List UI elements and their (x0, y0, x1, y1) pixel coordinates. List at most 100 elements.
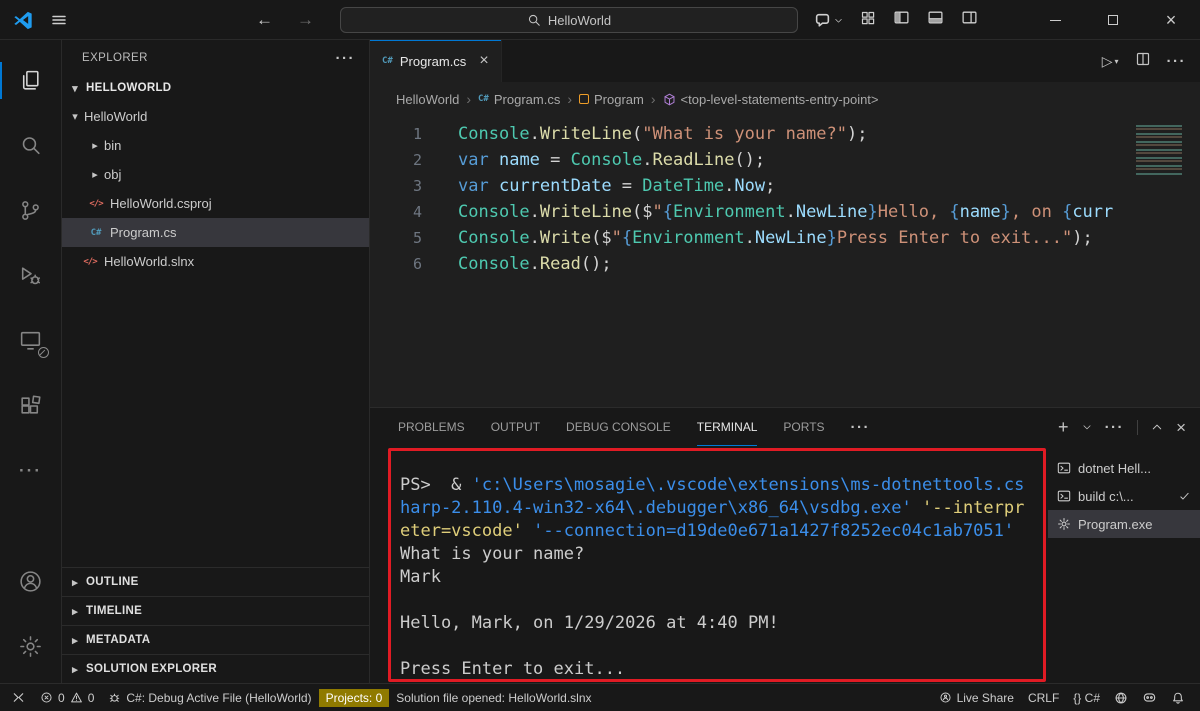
tree-item-file[interactable]: </> HelloWorld.slnx (62, 247, 369, 276)
sidebar-bottom-sections: ▸OUTLINE ▸TIMELINE ▸METADATA ▸SOLUTION E… (62, 567, 369, 683)
terminal-instance-build[interactable]: build c:\... (1048, 482, 1200, 510)
panel-more-actions-icon[interactable]: ··· (1105, 419, 1125, 436)
terminal-instance-program-exe[interactable]: Program.exe (1048, 510, 1200, 538)
remote-indicator[interactable] (4, 687, 33, 709)
copilot-chat-icon[interactable] (814, 12, 843, 29)
panel-tab-bar: PROBLEMS OUTPUT DEBUG CONSOLE TERMINAL P… (370, 408, 1200, 446)
line-number: 1 (370, 121, 422, 147)
ports-globe-item[interactable] (1107, 687, 1135, 709)
live-share-status[interactable]: Live Share (932, 687, 1021, 709)
problems-status[interactable]: 0 0 (33, 687, 101, 709)
source-control-icon[interactable] (0, 178, 62, 243)
tree-item-folder[interactable]: ▸ bin (62, 131, 369, 160)
divider (1137, 420, 1138, 435)
vscode-logo-icon (13, 10, 33, 30)
forward-button[interactable]: → (297, 10, 314, 30)
search-sidebar-icon[interactable] (0, 113, 62, 178)
more-views-icon[interactable]: ··· (0, 438, 62, 503)
terminal-line: What is your name? (400, 543, 1048, 566)
terminal-icon (1057, 461, 1071, 475)
explorer-more-icon[interactable]: ··· (336, 50, 356, 67)
explorer-icon[interactable] (0, 48, 62, 113)
notifications-bell[interactable] (1164, 687, 1192, 709)
language-indicator[interactable]: {} C# (1066, 687, 1107, 709)
customize-layout-icon[interactable] (860, 10, 876, 31)
tab-program-cs[interactable]: C# Program.cs × (370, 40, 502, 82)
extensions-icon[interactable] (0, 373, 62, 438)
toggle-sidebar-icon[interactable] (893, 9, 910, 31)
tab-ports[interactable]: PORTS (783, 408, 824, 446)
tree-item-file-selected[interactable]: C# Program.cs (62, 218, 369, 247)
tab-terminal[interactable]: TERMINAL (697, 408, 758, 446)
split-editor-icon[interactable] (1135, 51, 1151, 72)
accounts-icon[interactable] (0, 549, 62, 614)
run-button[interactable]: ▷▾ (1102, 53, 1119, 70)
minimap[interactable] (1128, 116, 1200, 188)
close-tab-icon[interactable]: × (479, 52, 488, 70)
panel-more-tabs-icon[interactable]: ··· (851, 419, 871, 436)
solution-status[interactable]: Solution file opened: HelloWorld.slnx (389, 687, 598, 709)
warning-icon (70, 691, 83, 704)
back-button[interactable]: ← (256, 10, 273, 30)
breadcrumb-item[interactable]: HelloWorld (396, 92, 459, 107)
check-icon (1178, 490, 1191, 503)
debug-status[interactable]: C#: Debug Active File (HelloWorld) (101, 687, 318, 709)
code-editor[interactable]: 1Console.WriteLine("What is your name?")… (370, 116, 1200, 407)
menu-icon[interactable] (51, 12, 67, 28)
activity-bar: ··· (0, 40, 62, 683)
terminal-instance-dotnet[interactable]: dotnet Hell... (1048, 454, 1200, 482)
close-window-button[interactable]: × (1142, 0, 1200, 40)
breadcrumb-item[interactable]: Program (579, 92, 644, 107)
file-tree: ▾ HelloWorld ▸ bin ▸ obj </> HelloWorld.… (62, 102, 369, 276)
section-metadata[interactable]: ▸METADATA (62, 625, 369, 654)
section-outline[interactable]: ▸OUTLINE (62, 567, 369, 596)
tree-item-folder[interactable]: ▾ HelloWorld (62, 102, 369, 131)
code-line: 4Console.WriteLine($"{Environment.NewLin… (370, 199, 1200, 225)
code-line: 2var name = Console.ReadLine(); (370, 147, 1200, 173)
new-terminal-icon[interactable]: + (1058, 418, 1069, 436)
tab-problems[interactable]: PROBLEMS (398, 408, 465, 446)
toggle-panel-icon[interactable] (927, 9, 944, 31)
sidebar-title: EXPLORER (82, 52, 148, 64)
activity-bar-bottom (0, 549, 62, 683)
eol-indicator[interactable]: CRLF (1021, 687, 1066, 709)
search-value: HelloWorld (548, 13, 611, 28)
chevron-right-icon: › (651, 91, 656, 107)
section-timeline[interactable]: ▸TIMELINE (62, 596, 369, 625)
settings-gear-icon[interactable] (0, 614, 62, 679)
chevron-right-icon: › (466, 91, 471, 107)
minimize-button[interactable] (1026, 0, 1084, 40)
terminal-output[interactable]: PS> & 'c:\Users\mosagie\.vscode\extensio… (370, 446, 1048, 683)
code-text: Console.Write($"{Environment.NewLine}Pre… (458, 225, 1200, 251)
search-box[interactable]: HelloWorld (340, 7, 798, 33)
run-and-debug-icon[interactable] (0, 243, 62, 308)
chevron-down-icon: ▾ (68, 110, 82, 123)
section-helloworld[interactable]: ▾ HELLOWORLD (62, 76, 369, 100)
gear-icon (1057, 517, 1071, 531)
tree-item-folder[interactable]: ▸ obj (62, 160, 369, 189)
breadcrumb-item[interactable]: <top-level-statements-entry-point> (663, 92, 879, 107)
code-line: 6Console.Read(); (370, 251, 1200, 277)
breadcrumb-item[interactable]: C# Program.cs (478, 92, 560, 107)
code-line: 1Console.WriteLine("What is your name?")… (370, 121, 1200, 147)
tab-debug-console[interactable]: DEBUG CONSOLE (566, 408, 671, 446)
editor-area: C# Program.cs × ▷▾ ··· HelloWorld › C# (370, 40, 1200, 683)
remote-explorer-icon[interactable] (0, 308, 62, 373)
terminal-line: Press Enter to exit... (400, 658, 1048, 681)
copilot-status[interactable] (1135, 687, 1164, 709)
code-text: Console.Read(); (458, 251, 1200, 277)
title-bar: ← → HelloWorld (0, 0, 1200, 40)
search-icon (527, 13, 541, 27)
maximize-button[interactable] (1084, 0, 1142, 40)
editor-more-icon[interactable]: ··· (1167, 53, 1187, 70)
toggle-secondary-sidebar-icon[interactable] (961, 9, 978, 31)
chevron-down-icon[interactable] (1082, 422, 1092, 432)
tab-output[interactable]: OUTPUT (491, 408, 540, 446)
tree-item-file[interactable]: </> HelloWorld.csproj (62, 189, 369, 218)
section-solution-explorer[interactable]: ▸SOLUTION EXPLORER (62, 654, 369, 683)
sidebar-title-row: EXPLORER ··· (62, 40, 369, 76)
close-panel-icon[interactable]: × (1176, 419, 1186, 436)
maximize-panel-icon[interactable] (1151, 421, 1163, 433)
chevron-right-icon: › (567, 91, 572, 107)
projects-status-badge[interactable]: Projects: 0 (319, 689, 390, 707)
